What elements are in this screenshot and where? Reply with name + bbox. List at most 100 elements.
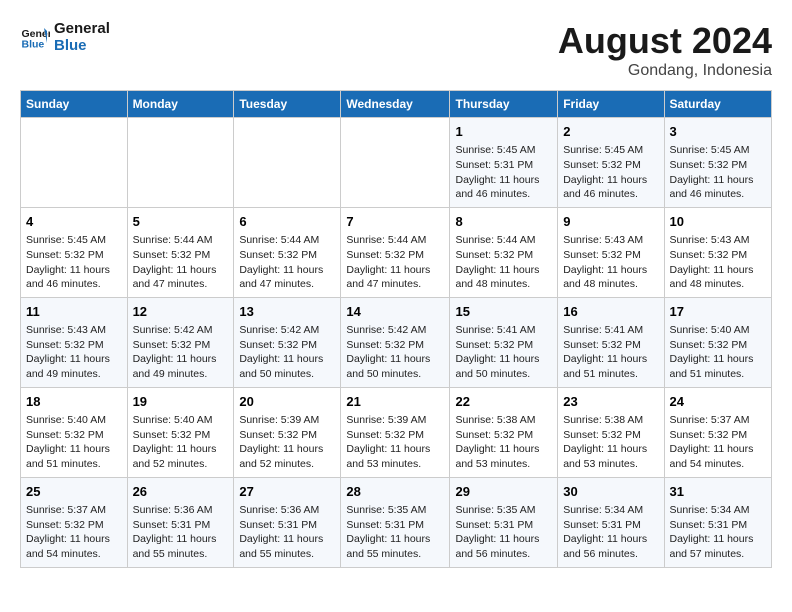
calendar-cell: 30Sunrise: 5:34 AM Sunset: 5:31 PM Dayli…	[558, 477, 664, 567]
day-info: Sunrise: 5:45 AM Sunset: 5:31 PM Dayligh…	[455, 143, 552, 202]
day-number: 28	[346, 483, 444, 501]
day-info: Sunrise: 5:43 AM Sunset: 5:32 PM Dayligh…	[26, 323, 122, 382]
day-number: 26	[133, 483, 229, 501]
day-info: Sunrise: 5:38 AM Sunset: 5:32 PM Dayligh…	[563, 413, 658, 472]
calendar-cell: 22 Sunrise: 5:38 AM Sunset: 5:32 PM Dayli…	[450, 387, 558, 477]
day-number: 21	[346, 393, 444, 411]
calendar-cell: 5 Sunrise: 5:44 AM Sunset: 5:32 PM Daylig…	[127, 207, 234, 297]
day-info: Sunrise: 5:44 AM Sunset: 5:32 PM Dayligh…	[455, 233, 552, 292]
day-header-friday: Friday	[558, 91, 664, 118]
calendar-cell: 8Sunrise: 5:44 AM Sunset: 5:32 PM Daylig…	[450, 207, 558, 297]
day-number: 17	[670, 303, 767, 321]
day-info: Sunrise: 5:45 AM Sunset: 5:32 PM Dayligh…	[26, 233, 122, 292]
calendar-cell: 11 Sunrise: 5:43 AM Sunset: 5:32 PM Dayli…	[21, 297, 128, 387]
day-header-saturday: Saturday	[664, 91, 772, 118]
calendar-cell	[127, 118, 234, 208]
title-block: August 2024 Gondang, Indonesia	[558, 20, 772, 80]
day-info: Sunrise: 5:41 AM Sunset: 5:32 PM Dayligh…	[563, 323, 658, 382]
calendar-cell: 31 Sunrise: 5:34 AM Sunset: 5:31 PM Dayli…	[664, 477, 772, 567]
day-info: Sunrise: 5:38 AM Sunset: 5:32 PM Dayligh…	[455, 413, 552, 472]
week-row-4: 18 Sunrise: 5:40 AM Sunset: 5:32 PM Dayli…	[21, 387, 772, 477]
day-number: 31	[670, 483, 767, 501]
day-info: Sunrise: 5:42 AM Sunset: 5:32 PM Dayligh…	[133, 323, 229, 382]
day-info: Sunrise: 5:43 AM Sunset: 5:32 PM Dayligh…	[563, 233, 658, 292]
week-row-1: 1Sunrise: 5:45 AM Sunset: 5:31 PM Daylig…	[21, 118, 772, 208]
day-info: Sunrise: 5:34 AM Sunset: 5:31 PM Dayligh…	[670, 503, 767, 562]
day-info: Sunrise: 5:44 AM Sunset: 5:32 PM Dayligh…	[346, 233, 444, 292]
logo: General Blue General Blue	[20, 20, 110, 54]
day-info: Sunrise: 5:41 AM Sunset: 5:32 PM Dayligh…	[455, 323, 552, 382]
calendar-cell	[341, 118, 450, 208]
day-info: Sunrise: 5:35 AM Sunset: 5:31 PM Dayligh…	[455, 503, 552, 562]
calendar-cell	[21, 118, 128, 208]
day-number: 2	[563, 123, 658, 141]
day-info: Sunrise: 5:39 AM Sunset: 5:32 PM Dayligh…	[239, 413, 335, 472]
day-number: 15	[455, 303, 552, 321]
day-info: Sunrise: 5:39 AM Sunset: 5:32 PM Dayligh…	[346, 413, 444, 472]
day-info: Sunrise: 5:36 AM Sunset: 5:31 PM Dayligh…	[239, 503, 335, 562]
day-number: 5	[133, 213, 229, 231]
day-number: 10	[670, 213, 767, 231]
calendar-cell: 7 Sunrise: 5:44 AM Sunset: 5:32 PM Daylig…	[341, 207, 450, 297]
day-number: 16	[563, 303, 658, 321]
day-info: Sunrise: 5:40 AM Sunset: 5:32 PM Dayligh…	[670, 323, 767, 382]
subtitle: Gondang, Indonesia	[558, 62, 772, 80]
day-header-tuesday: Tuesday	[234, 91, 341, 118]
week-row-2: 4Sunrise: 5:45 AM Sunset: 5:32 PM Daylig…	[21, 207, 772, 297]
day-info: Sunrise: 5:42 AM Sunset: 5:32 PM Dayligh…	[346, 323, 444, 382]
calendar-cell: 13 Sunrise: 5:42 AM Sunset: 5:32 PM Dayli…	[234, 297, 341, 387]
calendar-cell: 18 Sunrise: 5:40 AM Sunset: 5:32 PM Dayli…	[21, 387, 128, 477]
day-number: 6	[239, 213, 335, 231]
calendar-cell: 12 Sunrise: 5:42 AM Sunset: 5:32 PM Dayli…	[127, 297, 234, 387]
week-row-5: 25Sunrise: 5:37 AM Sunset: 5:32 PM Dayli…	[21, 477, 772, 567]
logo-line1: General	[54, 20, 110, 37]
logo-icon: General Blue	[20, 22, 50, 52]
day-number: 22	[455, 393, 552, 411]
day-header-monday: Monday	[127, 91, 234, 118]
calendar-cell: 20Sunrise: 5:39 AM Sunset: 5:32 PM Dayli…	[234, 387, 341, 477]
day-number: 9	[563, 213, 658, 231]
day-number: 13	[239, 303, 335, 321]
main-title: August 2024	[558, 20, 772, 62]
day-header-wednesday: Wednesday	[341, 91, 450, 118]
day-info: Sunrise: 5:44 AM Sunset: 5:32 PM Dayligh…	[239, 233, 335, 292]
calendar-cell: 24Sunrise: 5:37 AM Sunset: 5:32 PM Dayli…	[664, 387, 772, 477]
calendar-cell: 9 Sunrise: 5:43 AM Sunset: 5:32 PM Daylig…	[558, 207, 664, 297]
day-info: Sunrise: 5:42 AM Sunset: 5:32 PM Dayligh…	[239, 323, 335, 382]
day-info: Sunrise: 5:43 AM Sunset: 5:32 PM Dayligh…	[670, 233, 767, 292]
day-number: 23	[563, 393, 658, 411]
calendar-cell: 15 Sunrise: 5:41 AM Sunset: 5:32 PM Dayli…	[450, 297, 558, 387]
logo-line2: Blue	[54, 37, 110, 54]
day-number: 14	[346, 303, 444, 321]
calendar-cell: 29Sunrise: 5:35 AM Sunset: 5:31 PM Dayli…	[450, 477, 558, 567]
calendar-cell: 21 Sunrise: 5:39 AM Sunset: 5:32 PM Dayli…	[341, 387, 450, 477]
calendar-cell: 23 Sunrise: 5:38 AM Sunset: 5:32 PM Dayli…	[558, 387, 664, 477]
day-info: Sunrise: 5:44 AM Sunset: 5:32 PM Dayligh…	[133, 233, 229, 292]
day-info: Sunrise: 5:35 AM Sunset: 5:31 PM Dayligh…	[346, 503, 444, 562]
calendar-cell	[234, 118, 341, 208]
calendar-table: SundayMondayTuesdayWednesdayThursdayFrid…	[20, 90, 772, 568]
page-header: General Blue General Blue August 2024 Go…	[20, 20, 772, 80]
calendar-header-row: SundayMondayTuesdayWednesdayThursdayFrid…	[21, 91, 772, 118]
day-header-sunday: Sunday	[21, 91, 128, 118]
calendar-cell: 27Sunrise: 5:36 AM Sunset: 5:31 PM Dayli…	[234, 477, 341, 567]
week-row-3: 11 Sunrise: 5:43 AM Sunset: 5:32 PM Dayli…	[21, 297, 772, 387]
day-number: 25	[26, 483, 122, 501]
day-number: 3	[670, 123, 767, 141]
calendar-cell: 28 Sunrise: 5:35 AM Sunset: 5:31 PM Dayli…	[341, 477, 450, 567]
day-info: Sunrise: 5:40 AM Sunset: 5:32 PM Dayligh…	[26, 413, 122, 472]
day-number: 18	[26, 393, 122, 411]
calendar-cell: 2Sunrise: 5:45 AM Sunset: 5:32 PM Daylig…	[558, 118, 664, 208]
day-number: 12	[133, 303, 229, 321]
day-info: Sunrise: 5:45 AM Sunset: 5:32 PM Dayligh…	[670, 143, 767, 202]
calendar-cell: 1Sunrise: 5:45 AM Sunset: 5:31 PM Daylig…	[450, 118, 558, 208]
day-number: 11	[26, 303, 122, 321]
day-number: 7	[346, 213, 444, 231]
calendar-cell: 25Sunrise: 5:37 AM Sunset: 5:32 PM Dayli…	[21, 477, 128, 567]
day-number: 24	[670, 393, 767, 411]
svg-text:Blue: Blue	[22, 39, 45, 51]
calendar-body: 1Sunrise: 5:45 AM Sunset: 5:31 PM Daylig…	[21, 118, 772, 568]
calendar-cell: 19Sunrise: 5:40 AM Sunset: 5:32 PM Dayli…	[127, 387, 234, 477]
calendar-cell: 17 Sunrise: 5:40 AM Sunset: 5:32 PM Dayli…	[664, 297, 772, 387]
calendar-cell: 3 Sunrise: 5:45 AM Sunset: 5:32 PM Daylig…	[664, 118, 772, 208]
